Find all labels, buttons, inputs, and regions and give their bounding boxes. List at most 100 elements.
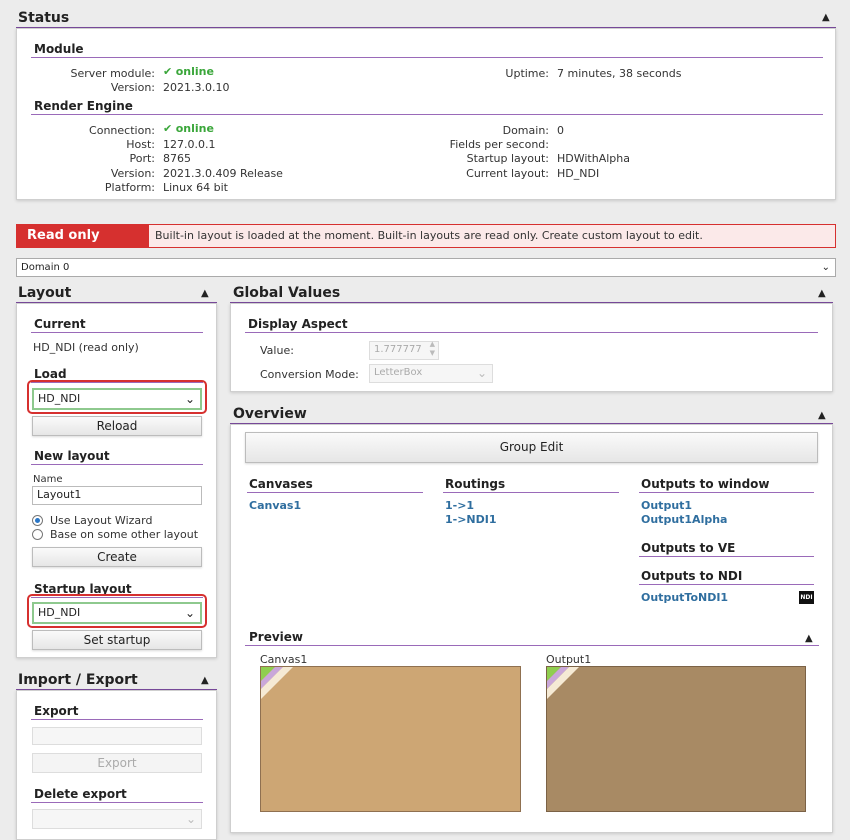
global-values-title: Global Values	[233, 285, 341, 301]
server-module-value: online	[175, 65, 214, 78]
base-radio[interactable]	[32, 529, 43, 540]
chevron-down-icon: ⌄	[184, 606, 195, 620]
current-layout-label: Current layout:	[466, 167, 549, 180]
import-export-panel: Export Export Delete export ⌄	[16, 690, 217, 840]
host-value: 127.0.0.1	[163, 138, 216, 151]
platform-label: Platform:	[104, 181, 155, 194]
preview-divider	[245, 645, 819, 646]
startup-layout-label: Startup layout:	[466, 152, 549, 165]
connection-status: ✔ online	[163, 122, 214, 135]
export-name-input[interactable]	[32, 727, 202, 745]
delete-export-divider	[31, 802, 203, 803]
fps-label: Fields per second:	[449, 138, 549, 151]
chevron-down-icon: ⌄	[476, 366, 487, 380]
output-link-output1[interactable]: Output1	[641, 499, 692, 512]
preview-title: Preview	[249, 630, 304, 644]
overview-title: Overview	[233, 406, 307, 422]
layout-name-input[interactable]: Layout1	[32, 486, 202, 505]
conversion-mode-label: Conversion Mode:	[260, 368, 359, 381]
render-version-label: Version:	[110, 167, 155, 180]
preview-collapse-icon[interactable]: ▲	[805, 633, 813, 644]
wizard-radio[interactable]	[32, 515, 43, 526]
current-layout-name: HD_NDI (read only)	[33, 341, 139, 354]
spinner-icon[interactable]: ▲ ▼	[430, 340, 435, 358]
status-collapse-icon[interactable]: ▲	[822, 12, 830, 23]
overview-collapse-icon[interactable]: ▲	[818, 410, 826, 421]
port-label: Port:	[129, 152, 155, 165]
read-only-message: Built-in layout is loaded at the moment.…	[155, 229, 703, 242]
check-icon: ✔	[163, 65, 173, 78]
aspect-value-input[interactable]: 1.777777 ▲ ▼	[369, 340, 439, 360]
domain-select-value: Domain 0	[21, 262, 70, 273]
domain-label: Domain:	[502, 124, 549, 137]
routings-title: Routings	[445, 477, 506, 491]
platform-value: Linux 64 bit	[163, 181, 228, 194]
load-select-value: HD_NDI	[38, 392, 81, 405]
module-version-label: Version:	[110, 81, 155, 94]
set-startup-button[interactable]: Set startup	[32, 630, 202, 650]
uptime-value: 7 minutes, 38 seconds	[557, 67, 682, 80]
module-divider	[31, 57, 823, 58]
domain-select[interactable]: Domain 0 ⌄	[16, 258, 836, 277]
status-panel: Module Server module: ✔ online Version: …	[16, 28, 836, 200]
canvas-preview[interactable]	[260, 666, 521, 812]
current-divider	[31, 332, 203, 333]
conversion-mode-select[interactable]: LetterBox ⌄	[369, 364, 493, 383]
uptime-label: Uptime:	[505, 67, 549, 80]
conversion-mode-value: LetterBox	[374, 367, 423, 378]
output-link-outputtondi1[interactable]: OutputToNDI1	[641, 591, 728, 604]
routing-link-2[interactable]: 1->NDI1	[445, 513, 497, 526]
import-export-collapse-icon[interactable]: ▲	[201, 675, 209, 686]
outputs-ve-title: Outputs to VE	[641, 541, 736, 555]
outputs-ndi-title: Outputs to NDI	[641, 569, 743, 583]
canvases-title: Canvases	[249, 477, 313, 491]
layout-title: Layout	[18, 285, 72, 301]
read-only-banner: Read only Built-in layout is loaded at t…	[16, 224, 836, 248]
read-only-tag: Read only	[17, 225, 149, 247]
export-divider	[31, 719, 203, 720]
aspect-value-label: Value:	[260, 344, 294, 357]
render-engine-title: Render Engine	[34, 99, 133, 113]
current-title: Current	[34, 317, 86, 331]
render-engine-divider	[31, 114, 823, 115]
reload-button[interactable]: Reload	[32, 416, 202, 436]
canvases-divider	[247, 492, 423, 493]
load-select[interactable]: HD_NDI ⌄	[32, 388, 202, 410]
outputs-window-title: Outputs to window	[641, 477, 770, 491]
domain-value: 0	[557, 124, 564, 137]
connection-value: online	[175, 122, 214, 135]
module-version-value: 2021.3.0.10	[163, 81, 230, 94]
create-button[interactable]: Create	[32, 547, 202, 567]
delete-export-select[interactable]: ⌄	[32, 809, 202, 829]
output-preview[interactable]	[546, 666, 806, 812]
base-label: Base on some other layout	[50, 528, 199, 541]
host-label: Host:	[126, 138, 155, 151]
chevron-down-icon: ⌄	[185, 812, 196, 826]
current-layout-value: HD_NDI	[557, 167, 600, 180]
load-title: Load	[34, 367, 67, 381]
routing-link-1[interactable]: 1->1	[445, 499, 474, 512]
startup-select[interactable]: HD_NDI ⌄	[32, 602, 202, 624]
new-layout-title: New layout	[34, 449, 110, 463]
group-edit-button[interactable]: Group Edit	[245, 432, 818, 463]
canvas-link-canvas1[interactable]: Canvas1	[249, 499, 301, 512]
corner-marker-icon	[261, 667, 293, 699]
aspect-value: 1.777777	[374, 344, 422, 355]
output-link-output1alpha[interactable]: Output1Alpha	[641, 513, 727, 526]
outputs-ve-divider	[639, 556, 814, 557]
status-title: Status	[18, 10, 70, 26]
wizard-label: Use Layout Wizard	[50, 514, 153, 527]
layout-collapse-icon[interactable]: ▲	[201, 288, 209, 299]
global-values-collapse-icon[interactable]: ▲	[818, 288, 826, 299]
import-export-title: Import / Export	[18, 672, 138, 688]
render-version-value: 2021.3.0.409 Release	[163, 167, 283, 180]
server-module-status: ✔ online	[163, 65, 214, 78]
outputs-window-divider	[639, 492, 814, 493]
chevron-down-icon: ⌄	[184, 392, 195, 406]
export-button[interactable]: Export	[32, 753, 202, 773]
delete-export-title: Delete export	[34, 787, 127, 801]
display-aspect-divider	[245, 332, 818, 333]
outputs-ndi-divider	[639, 584, 814, 585]
name-label: Name	[33, 474, 63, 485]
corner-marker-icon	[547, 667, 579, 699]
